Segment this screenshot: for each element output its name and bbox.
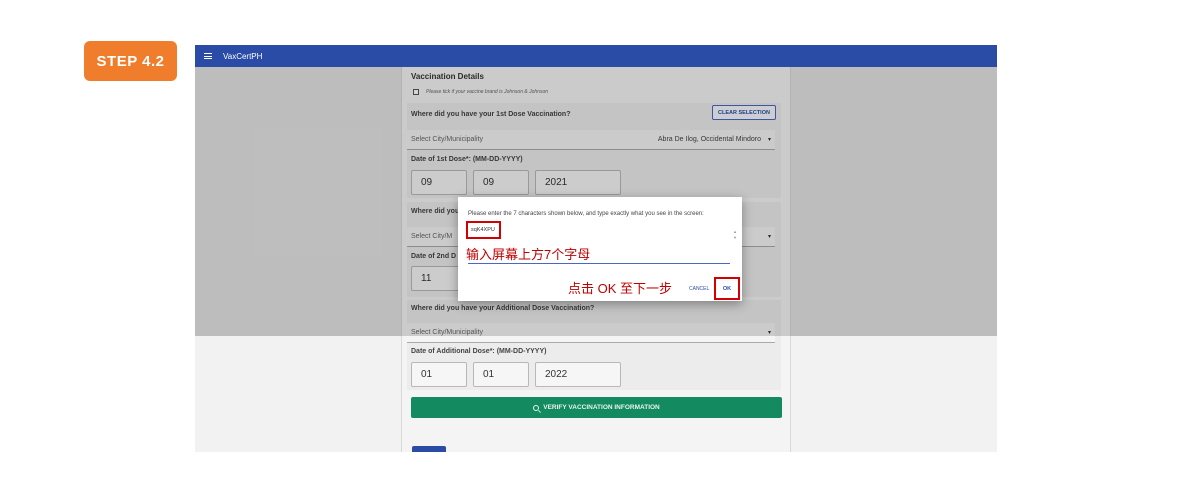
app-screenshot: VaxCertPH Vaccination Details Please tic… — [195, 45, 997, 452]
scroll-arrows-icon[interactable]: ▲ ▼ — [733, 229, 737, 241]
app-title: VaxCertPH — [223, 51, 263, 61]
hamburger-menu-icon[interactable] — [204, 53, 212, 59]
search-icon — [533, 404, 540, 411]
ok-hint-annotation: 点击 OK 至下一步 — [568, 281, 673, 296]
additional-year-input[interactable]: 2022 — [535, 362, 621, 387]
verify-button-label: VERIFY VACCINATION INFORMATION — [543, 404, 660, 411]
bottom-button[interactable] — [412, 446, 446, 452]
cancel-button[interactable]: CANCEL — [689, 286, 709, 292]
additional-date-label: Date of Additional Dose*: (MM-DD-YYYY) — [411, 348, 547, 355]
app-bar: VaxCertPH — [195, 45, 997, 67]
captcha-dialog: Please enter the 7 characters shown belo… — [458, 197, 742, 301]
step-badge: STEP 4.2 — [84, 41, 177, 81]
additional-month-input[interactable]: 01 — [411, 362, 467, 387]
input-hint-annotation: 输入屏幕上方7个字母 — [466, 247, 591, 262]
captcha-input-underline — [468, 263, 730, 264]
additional-day-input[interactable]: 01 — [473, 362, 529, 387]
tutorial-slide: STEP 4.2 VaxCertPH Vaccination Details P… — [0, 0, 1200, 480]
verify-vaccination-button[interactable]: VERIFY VACCINATION INFORMATION — [411, 397, 782, 418]
ok-button[interactable]: OK — [714, 277, 740, 300]
captcha-prompt: Please enter the 7 characters shown belo… — [468, 211, 704, 217]
captcha-input[interactable]: sqK4XPU — [466, 221, 501, 239]
